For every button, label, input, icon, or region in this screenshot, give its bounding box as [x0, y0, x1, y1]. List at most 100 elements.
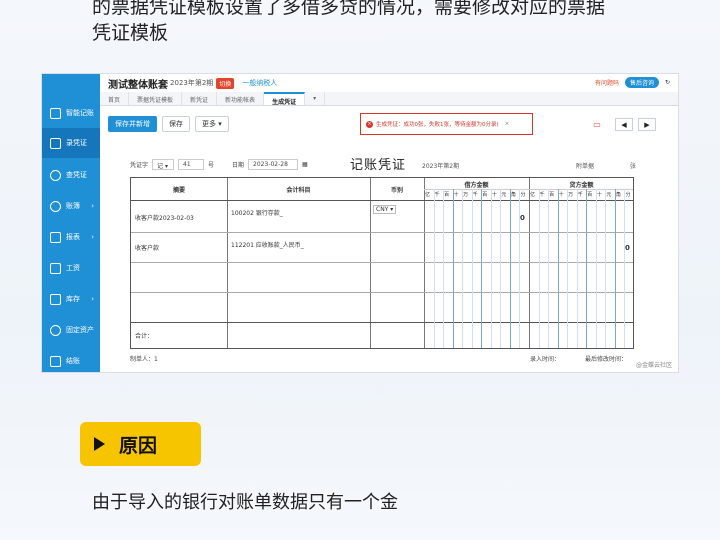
voucher-number-input[interactable]: 41	[178, 159, 205, 170]
sidebar-item-wage[interactable]: 工资	[42, 253, 100, 283]
refresh-icon[interactable]: ↻	[665, 79, 670, 86]
debit-header: 借方金额	[464, 182, 489, 189]
more-button[interactable]: 更多 ▾	[195, 116, 229, 132]
debit-digit-1: 千	[434, 192, 440, 198]
voucher-date-input[interactable]: 2023-02-28	[248, 159, 299, 170]
debit-digit-10: 分	[520, 192, 526, 198]
error-icon: ×	[366, 120, 373, 128]
voucher-grid: 摘要 会计科目 币别 借方金额 贷方金额 收客户款2023-02-03 1002…	[130, 177, 634, 349]
voucher-panel: 保存并新增 保存 更多 ▾ × 生成凭证：成功0张，失败1张，等待金额为0分录)…	[100, 106, 678, 372]
calendar-icon[interactable]: ▦	[302, 161, 308, 168]
sidebar-item-smart[interactable]: 智能记账	[42, 98, 100, 128]
debit-digit-9: 角	[510, 192, 516, 198]
row1-currency-select[interactable]: CNY ▾	[373, 205, 397, 214]
voucher-title: 记账凭证	[350, 158, 407, 173]
credit-digit-9: 角	[615, 192, 621, 198]
monitor-icon	[50, 107, 61, 119]
app-screenshot: 智能记账 录凭证 查凭证 账簿 › 报表 › 工资 库存 › 固定资产 结账 测试整体…	[41, 73, 679, 373]
switch-button[interactable]: 切换	[216, 77, 235, 89]
sidebar-item-inventory[interactable]: 库存 ›	[42, 284, 100, 314]
row2-credit[interactable]: 0	[625, 244, 630, 252]
digit-divider	[490, 189, 492, 348]
error-message: × 生成凭证：成功0张，失败1张，等待金额为0分录) ×	[360, 113, 533, 135]
digit-divider	[614, 189, 616, 348]
yen-icon	[50, 200, 61, 212]
digit-divider	[443, 189, 445, 348]
credit-digit-5: 千	[577, 192, 583, 198]
tab-template[interactable]: 票据凭证模板	[129, 92, 183, 105]
help-link[interactable]: 有问题吗	[595, 78, 619, 87]
period-label: 2023年第2期	[170, 79, 214, 87]
tab-generate-voucher[interactable]: 生成凭证	[264, 92, 306, 106]
digit-divider	[548, 189, 550, 348]
digit-divider	[509, 189, 511, 348]
print-icon[interactable]: ▭	[590, 118, 604, 130]
save-new-button[interactable]: 保存并新增	[108, 116, 157, 132]
wage-icon	[50, 262, 61, 274]
prev-voucher-button[interactable]: ◀	[615, 118, 633, 131]
tab-new-report[interactable]: 新功能帐表	[217, 92, 265, 105]
search-icon	[50, 169, 61, 181]
sidebar-item-voucher[interactable]: 录凭证	[42, 128, 100, 158]
voucher-info: 凭证字 记 ▾ 41 号 日期 2023-02-28 ▦	[130, 159, 308, 170]
row1-debit[interactable]: 0	[520, 214, 525, 222]
asset-icon	[50, 324, 61, 336]
digit-divider	[586, 189, 588, 348]
caption-line-1: 的票据凭证模板设置了多借多贷的情况，需要修改对应的票据	[92, 0, 606, 18]
service-button[interactable]: 售后咨询	[624, 77, 659, 88]
digit-divider	[433, 189, 435, 348]
tab-home[interactable]: 首页	[100, 92, 130, 105]
close-icon[interactable]: ×	[505, 121, 510, 127]
credit-digit-10: 分	[625, 192, 631, 198]
debit-digit-2: 百	[444, 192, 450, 198]
digit-divider	[471, 189, 473, 348]
tab-new-voucher[interactable]: 新凭证	[182, 92, 218, 105]
sidebar-item-asset[interactable]: 固定资产	[42, 315, 100, 345]
currency-header: 币别	[390, 187, 403, 194]
taxpayer-link[interactable]: 一般纳税人	[242, 78, 277, 88]
row2-summary[interactable]: 收客户款	[135, 243, 159, 252]
credit-digit-1: 千	[539, 192, 545, 198]
reason-badge: 原因	[80, 422, 201, 466]
sidebar-item-checkout[interactable]: 结账	[42, 346, 100, 372]
digit-divider	[576, 189, 578, 348]
row2-account[interactable]: 112201 应收账款_人民币_	[231, 240, 304, 249]
tab-more-icon[interactable]: ▾	[305, 92, 326, 105]
account-header: 会计科目	[286, 187, 311, 194]
inventory-icon	[50, 293, 61, 305]
checkout-icon	[50, 355, 61, 367]
reason-text: 由于导入的银行对账单数据只有一个金	[92, 492, 398, 513]
attachment-count: 附单据张	[575, 163, 636, 170]
report-icon	[50, 231, 61, 243]
debit-digit-6: 百	[482, 192, 488, 198]
credit-digit-4: 万	[568, 192, 574, 198]
digit-divider	[557, 189, 559, 348]
credit-digit-7: 十	[596, 192, 602, 198]
caption-line-2: 凭证模板	[92, 22, 169, 44]
debit-digit-7: 十	[491, 192, 497, 198]
chevron-down-icon: ▾	[218, 120, 222, 128]
debit-digit-4: 万	[463, 192, 469, 198]
digit-divider	[481, 189, 483, 348]
row1-summary[interactable]: 收客户款2023-02-03	[135, 213, 194, 222]
save-button[interactable]: 保存	[162, 116, 190, 132]
credit-digit-8: 元	[606, 192, 612, 198]
next-voucher-button[interactable]: ▶	[638, 118, 656, 131]
tab-bar: 首页 票据凭证模板 新凭证 新功能帐表 生成凭证 ▾	[100, 92, 678, 106]
sidebar-item-query[interactable]: 查凭证	[42, 160, 100, 190]
row1-account[interactable]: 100202 银行存款_	[231, 208, 283, 217]
sidebar-item-ledger[interactable]: 账簿 ›	[42, 191, 100, 221]
debit-digit-8: 元	[501, 192, 507, 198]
sidebar-item-report[interactable]: 报表 ›	[42, 222, 100, 252]
play-icon	[94, 437, 105, 451]
total-label: 合计：	[135, 333, 154, 340]
app-header: 测试整体账套 2023年第2期 切换 一般纳税人 有问题吗 售后咨询 ↻	[100, 74, 678, 92]
digit-divider	[500, 189, 502, 348]
voucher-word-select[interactable]: 记 ▾	[152, 159, 175, 170]
credit-digit-6: 百	[587, 192, 593, 198]
credit-digit-3: 十	[558, 192, 564, 198]
error-text: 生成凭证：成功0张，失败1张，等待金额为0分录)	[376, 122, 499, 128]
voucher-footer: 制单人：1 录入时间： 最后修改时间：	[130, 356, 628, 363]
account-set-title: 测试整体账套	[108, 79, 168, 91]
digit-divider	[624, 189, 626, 348]
